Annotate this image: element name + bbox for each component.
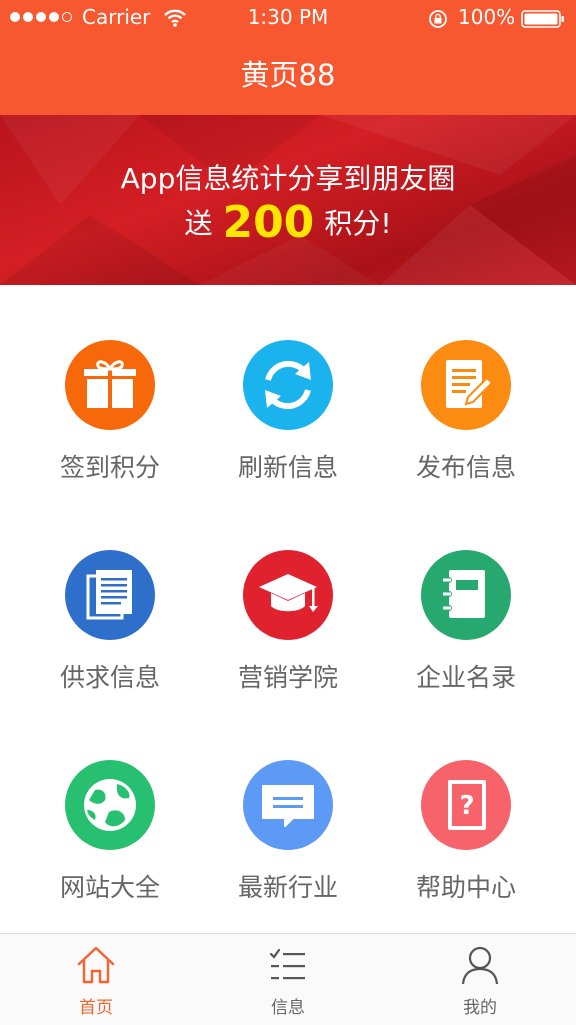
globe-icon (65, 760, 155, 850)
grid-item-checkin[interactable]: 签到积分 (14, 285, 206, 495)
page-title: 黄页88 (240, 58, 336, 92)
banner-line-2: 送 200 积分! (0, 197, 576, 248)
grid-label: 供求信息 (59, 663, 160, 692)
app-header: Carrier 1:30 PM 100% 黄页88 (0, 0, 576, 115)
tab-label: 我的 (463, 998, 497, 1018)
battery-icon (521, 10, 564, 28)
grid-item-website-directory[interactable]: 网站大全 (14, 705, 206, 915)
banner-suffix: 积分! (324, 207, 392, 240)
banner-prefix: 送 (184, 207, 213, 240)
orientation-lock-icon (429, 10, 447, 28)
grid-label: 最新行业 (237, 873, 338, 902)
tab-label: 首页 (79, 998, 113, 1018)
notebook-icon (421, 550, 511, 640)
grid-label: 帮助中心 (415, 873, 516, 902)
tab-bar: 首页 信息 我的 (0, 933, 576, 1025)
edit-document-icon (421, 340, 511, 430)
refresh-icon (243, 340, 333, 430)
grid-label: 营销学院 (237, 663, 338, 692)
grid-label: 企业名录 (415, 663, 516, 692)
tab-me[interactable]: 我的 (384, 934, 576, 1025)
user-icon (461, 946, 499, 985)
grid-label: 刷新信息 (237, 453, 338, 482)
banner-line-1: App信息统计分享到朋友圈 (120, 162, 456, 195)
svg-text:?: ? (459, 791, 474, 821)
grid-item-supply-demand[interactable]: 供求信息 (14, 495, 206, 705)
home-icon (77, 946, 115, 984)
grid-item-publish[interactable]: 发布信息 (370, 285, 562, 495)
grid-label: 签到积分 (59, 453, 160, 482)
tab-label: 信息 (271, 998, 305, 1018)
grid-item-refresh[interactable]: 刷新信息 (192, 285, 384, 495)
list-icon (269, 948, 305, 980)
message-icon (243, 760, 333, 850)
gift-icon (65, 340, 155, 430)
tab-info[interactable]: 信息 (192, 934, 384, 1025)
battery-percent: 100% (458, 5, 516, 29)
grid-item-company-directory[interactable]: 企业名录 (370, 495, 562, 705)
grid-label: 网站大全 (59, 873, 160, 902)
documents-icon (65, 550, 155, 640)
feature-grid: 签到积分 刷新信息 发布信息 供求信息 营销学院 企业名录 网站大全 最新行业 … (0, 285, 576, 933)
banner-points: 200 (222, 197, 315, 248)
grid-label: 发布信息 (415, 453, 516, 482)
status-bar: Carrier 1:30 PM 100% (0, 0, 576, 36)
help-book-icon: ? (421, 760, 511, 850)
grid-item-marketing-academy[interactable]: 营销学院 (192, 495, 384, 705)
promo-banner[interactable]: App信息统计分享到朋友圈 送 200 积分! (0, 115, 576, 285)
grid-item-help-center[interactable]: ? 帮助中心 (370, 705, 562, 915)
grid-item-latest-industry[interactable]: 最新行业 (192, 705, 384, 915)
tab-home[interactable]: 首页 (0, 934, 192, 1025)
graduation-cap-icon (243, 550, 333, 640)
